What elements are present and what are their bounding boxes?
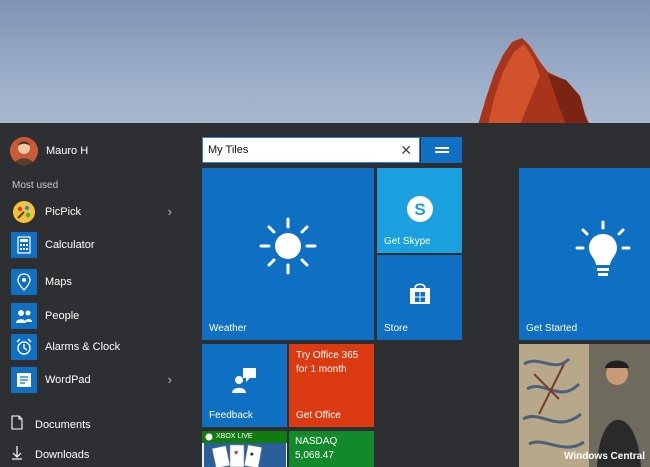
people-icon [11,303,37,329]
lightbulb-icon [575,220,631,276]
app-item-maps[interactable]: Maps [11,268,186,296]
sun-icon [259,217,317,275]
group-menu-button[interactable] [421,137,462,163]
tile-xbox-live[interactable]: XBOX LIVE ♥ ♠ [202,431,287,467]
feedback-icon [232,368,256,393]
maps-icon [11,269,37,295]
store-bag-icon [410,283,430,304]
tile-label: Feedback [209,410,253,421]
watermark-text: Windows Central [563,451,645,462]
tile-money-nasdaq[interactable]: NASDAQ 5,068.47 [289,431,374,467]
tile-weather[interactable]: Weather [202,168,374,340]
tile-label: Get Started [526,323,578,334]
tile-group-name-field[interactable]: ✕ [202,137,420,163]
tile-get-skype[interactable]: S Get Skype [377,168,462,253]
app-item-calculator[interactable]: Calculator [11,231,186,259]
start-left-pane: Mauro H Most used PicPick › Calculator M… [0,123,192,467]
most-used-heading: Most used [12,180,59,191]
xbox-live-badge: XBOX LIVE [202,431,287,443]
download-icon [11,445,23,465]
wallpaper-rock-image [478,38,590,125]
start-menu: Mauro H Most used PicPick › Calculator M… [0,123,650,467]
stock-index-value: 5,068.47 [295,450,334,461]
user-name: Mauro H [46,145,89,157]
app-item-wordpad[interactable]: WordPad › [11,366,186,394]
avatar [10,137,38,165]
desktop-wallpaper [0,0,650,125]
app-label: Calculator [45,239,95,251]
tile-label: Weather [209,323,247,334]
solitaire-cards-image: ♥ ♠ [204,443,286,467]
app-item-alarms-clock[interactable]: Alarms & Clock [11,333,186,361]
tile-label: Store [384,323,408,334]
svg-text:S: S [414,200,425,219]
skype-icon: S [407,196,433,222]
calculator-icon [11,232,37,258]
graffiti-photo-image [519,344,650,467]
svg-text:♥: ♥ [234,450,238,457]
app-label: People [45,310,80,322]
app-label: WordPad [45,374,91,386]
tile-store[interactable]: Store [377,255,462,340]
stock-index-name: NASDAQ [295,436,338,447]
tile-get-started[interactable]: Get Started [519,168,650,340]
downloads-label: Downloads [35,449,90,461]
app-item-people[interactable]: People [11,302,186,330]
chevron-right-icon[interactable]: › [168,372,172,387]
tile-label: Get Skype [384,236,431,247]
xbox-icon [205,433,213,441]
documents-label: Documents [35,419,91,431]
app-label: PicPick [45,206,82,218]
clear-icon[interactable]: ✕ [400,142,412,159]
hamburger-icon [434,147,449,149]
user-account[interactable]: Mauro H [10,137,88,165]
downloads-link[interactable]: Downloads [11,443,186,467]
alarm-clock-icon [11,334,37,360]
app-label: Maps [45,276,72,288]
chevron-right-icon[interactable]: › [168,204,172,219]
documents-link[interactable]: Documents [11,413,186,437]
office-promo-text: Try Office 365 for 1 month [296,350,359,375]
svg-text:♠: ♠ [250,451,254,458]
tile-photos[interactable]: Windows Central [519,344,650,467]
document-icon [11,415,23,435]
search-input[interactable] [208,144,388,156]
tile-label: Get Office [296,410,341,421]
wordpad-icon [11,367,37,393]
picpick-icon [11,199,37,225]
app-label: Alarms & Clock [45,341,121,353]
tile-get-office[interactable]: Try Office 365 for 1 month Get Office [289,344,374,427]
app-item-picpick[interactable]: PicPick › [11,198,186,226]
tile-feedback[interactable]: Feedback [202,344,287,427]
